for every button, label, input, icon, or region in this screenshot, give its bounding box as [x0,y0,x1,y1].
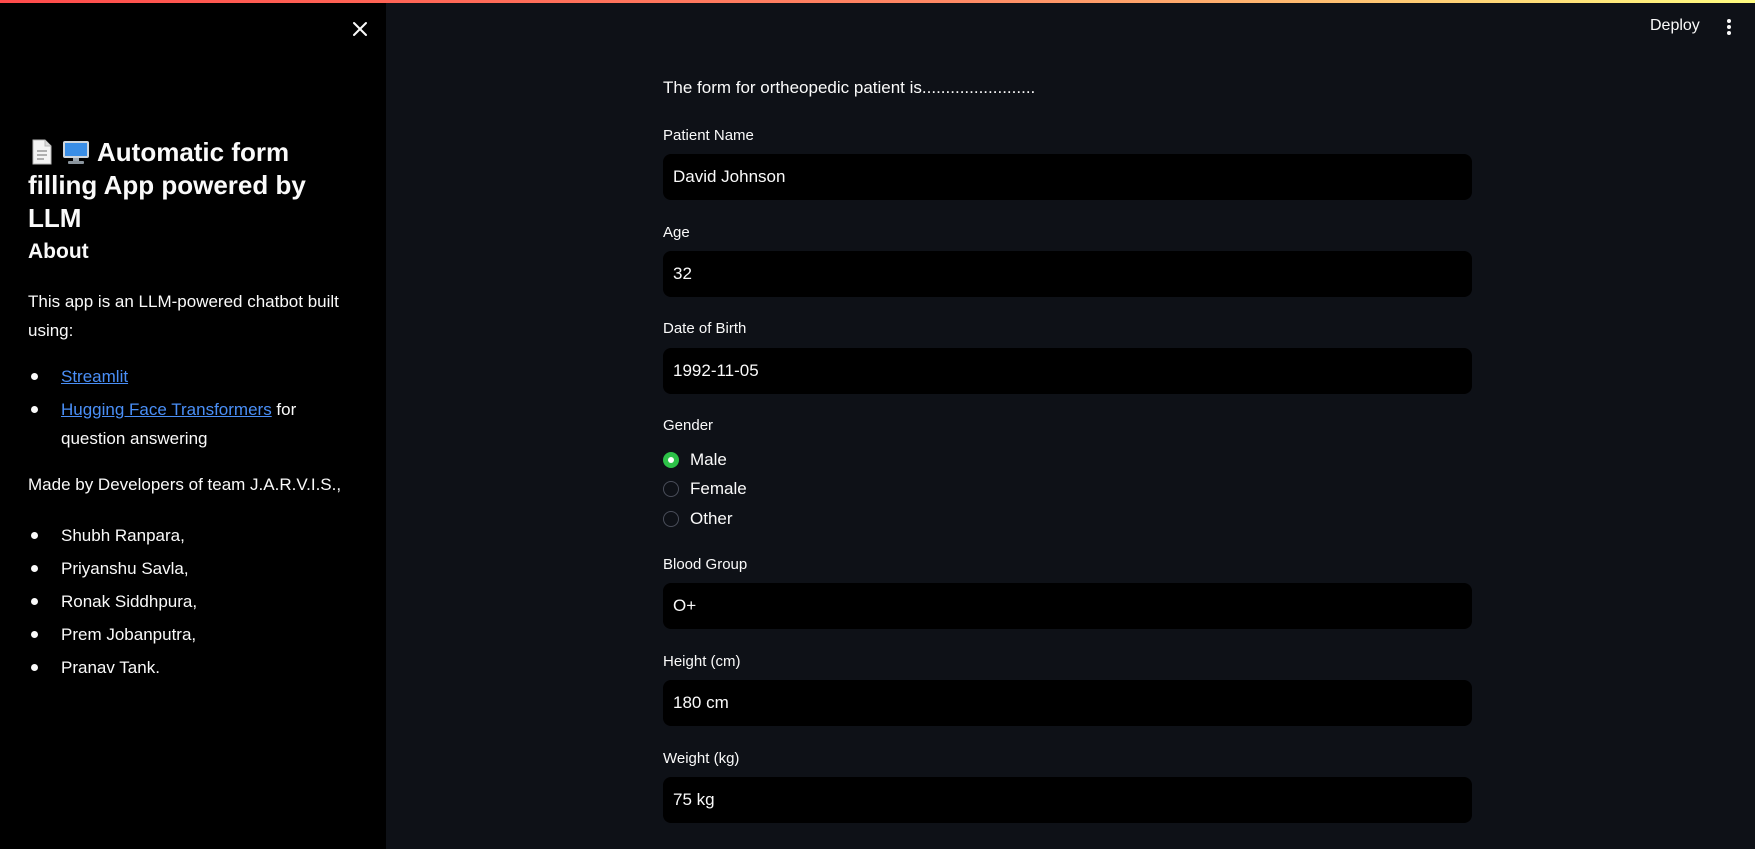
gender-radio-other[interactable]: Other [663,507,733,531]
gender-radio-male[interactable]: Male [663,448,727,472]
radio-empty-icon [663,481,679,497]
age-input[interactable]: 32 [663,251,1472,297]
list-item: Priyanshu Savla, [28,554,358,583]
about-text: This app is an LLM-powered chatbot built… [28,292,339,340]
close-icon [353,22,367,36]
radio-label: Female [690,479,747,498]
gender-radio-female[interactable]: Female [663,477,747,501]
bullet [31,406,38,413]
list-item: Shubh Ranpara, [28,521,358,550]
made-by-text: Made by Developers of team J.A.R.V.I.S., [28,475,342,494]
bullet [31,373,38,380]
document-icon [32,139,52,165]
weight-input[interactable]: 75 kg [663,777,1472,823]
developer-name: Pranav Tank. [61,658,160,677]
tools-list: Streamlit Hugging Face Transformers for … [28,362,358,453]
sidebar: Automatic form filling App powered by LL… [0,0,386,849]
sidebar-title: Automatic form filling App powered by LL… [28,136,358,235]
computer-icon [63,141,89,164]
patient-name-label: Patient Name [663,127,754,144]
blood-group-input[interactable]: O+ [663,583,1472,629]
form-intro: The form for ortheopedic patient is.....… [663,78,1036,97]
close-sidebar-button[interactable] [349,18,371,40]
bullet [31,598,38,605]
list-item: Prem Jobanputra, [28,620,358,649]
age-label: Age [663,224,690,241]
dob-label: Date of Birth [663,320,747,337]
weight-label: Weight (kg) [663,750,740,767]
radio-label: Other [690,509,733,528]
bullet [31,532,38,539]
list-item: Ronak Siddhpura, [28,587,358,616]
kebab-menu-icon[interactable] [1722,17,1736,39]
list-item: Pranav Tank. [28,653,358,682]
hugging-face-link[interactable]: Hugging Face Transformers [61,400,272,419]
developers-list: Shubh Ranpara, Priyanshu Savla, Ronak Si… [28,521,358,682]
developer-name: Prem Jobanputra, [61,625,197,644]
developer-name: Shubh Ranpara, [61,526,185,545]
blood-group-label: Blood Group [663,556,748,573]
radio-label: Male [690,450,727,469]
developer-name: Priyanshu Savla, [61,559,189,578]
dob-input[interactable]: 1992-11-05 [663,348,1472,394]
gender-label: Gender [663,417,714,434]
bullet [31,631,38,638]
list-item: Hugging Face Transformers for question a… [28,395,358,453]
height-label: Height (cm) [663,653,741,670]
list-item: Streamlit [28,362,358,391]
radio-selected-icon [663,452,679,468]
deploy-button[interactable]: Deploy [1650,17,1700,35]
about-heading: About [28,240,89,263]
height-input[interactable]: 180 cm [663,680,1472,726]
developer-name: Ronak Siddhpura, [61,592,198,611]
bullet [31,664,38,671]
streamlit-link[interactable]: Streamlit [61,367,128,386]
bullet [31,565,38,572]
patient-name-input[interactable]: David Johnson [663,154,1472,200]
radio-empty-icon [663,511,679,527]
top-accent-bar [0,0,1755,3]
